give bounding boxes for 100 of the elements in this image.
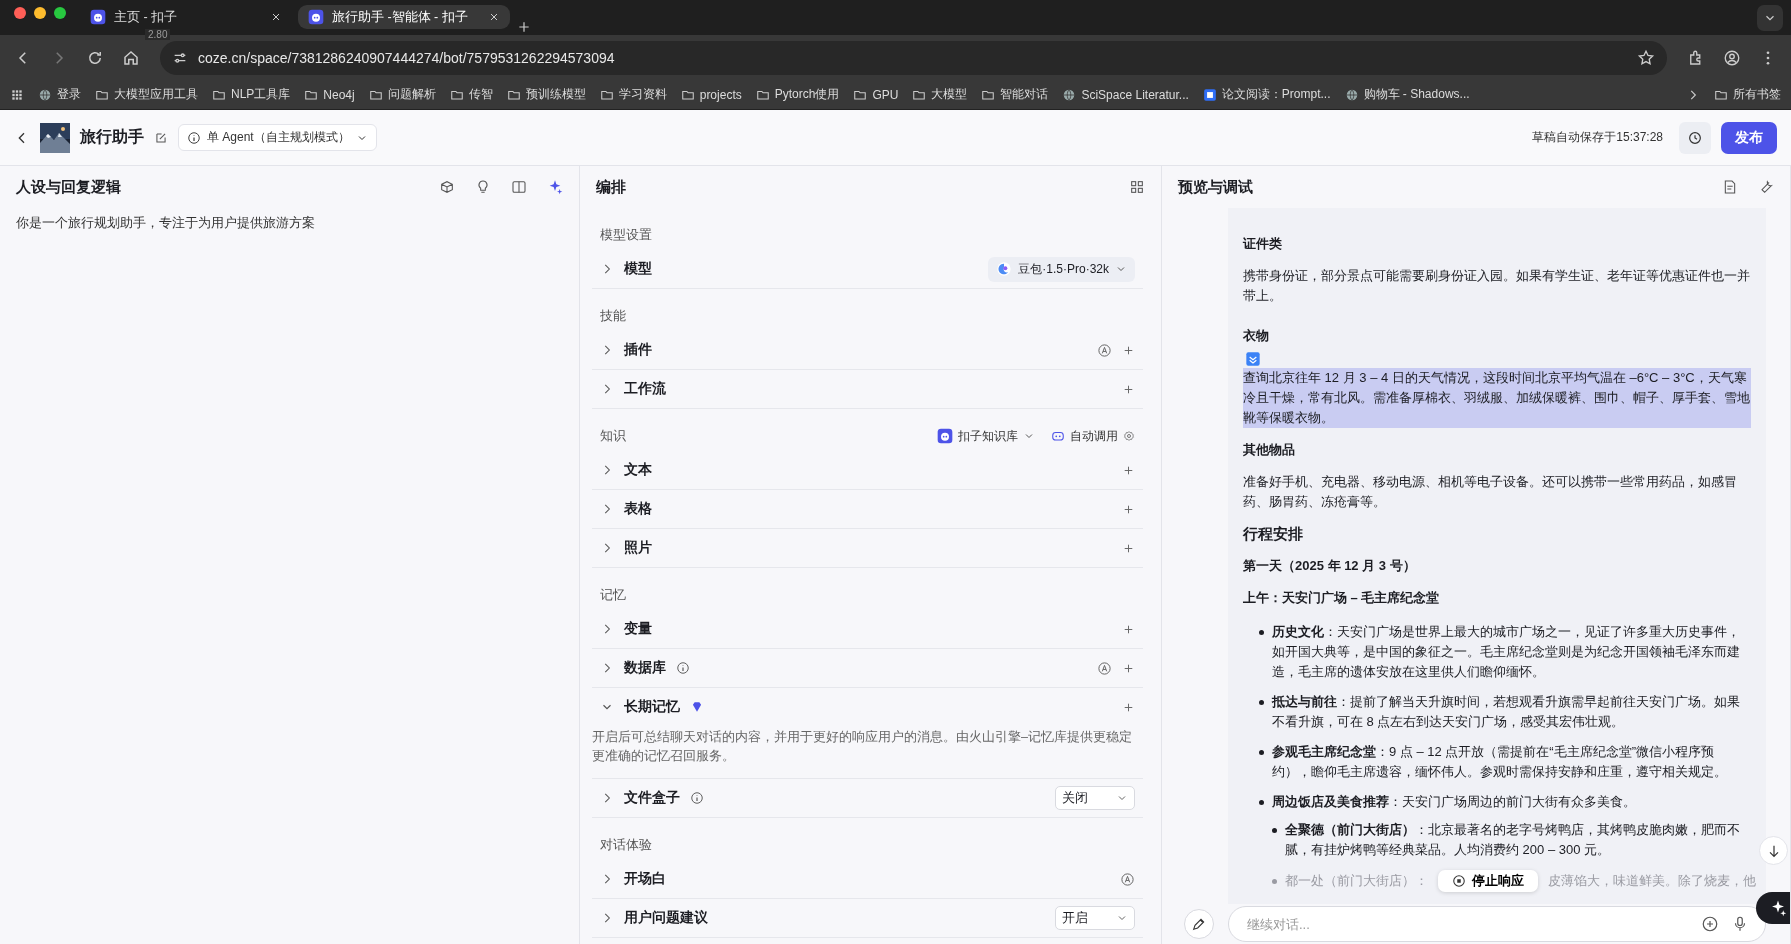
history-button[interactable] [1679, 121, 1711, 154]
bulb-icon[interactable] [475, 179, 491, 195]
bookmark-item[interactable]: projects [680, 87, 742, 102]
auto-icon[interactable] [1120, 871, 1135, 887]
mode-selector[interactable]: 单 Agent（自主规划模式） [178, 124, 377, 151]
close-icon[interactable] [270, 11, 282, 23]
bookmark-item[interactable]: 预训练模型 [506, 86, 586, 103]
setting-label[interactable]: 模型 [624, 260, 652, 278]
dropdown[interactable]: 关闭 [1055, 786, 1135, 810]
setting-label[interactable]: 表格 [624, 500, 652, 518]
model-selector[interactable]: 豆包·1.5·Pro·32k [988, 256, 1135, 282]
setting-label[interactable]: 文件盒子 [624, 789, 680, 807]
bookmark-item[interactable]: NLP工具库 [212, 86, 291, 103]
panel-title: 人设与回复逻辑 [16, 177, 121, 197]
bullet-dot [1259, 750, 1264, 755]
bookmark-item[interactable]: 问题解析 [368, 86, 436, 103]
close-icon[interactable] [488, 11, 500, 23]
section-title: 模型设置 [600, 226, 652, 244]
site-icon [1062, 87, 1077, 102]
bookmark-item[interactable]: SciSpace Literatur... [1062, 87, 1189, 102]
bookmark-item[interactable]: 论文阅读：Prompt... [1202, 86, 1331, 103]
info-icon[interactable] [676, 661, 690, 675]
message-paragraph: 携带身份证，部分景点可能需要刷身份证入园。如果有学生证、老年证等优惠证件也一并带上。 [1243, 267, 1751, 305]
setting-label[interactable]: 用户问题建议 [624, 909, 708, 927]
message-heading: 衣物 [1243, 327, 1269, 345]
list-item-text: 周边饭店及美食推荐：天安门广场周边的前门大街有众多美食。 [1272, 793, 1637, 811]
edit-icon[interactable] [154, 130, 168, 145]
auto-icon[interactable] [1097, 342, 1112, 358]
section-title: 技能 [600, 307, 626, 325]
dropdown[interactable]: 开启 [1055, 906, 1135, 930]
model-logo-icon [996, 261, 1013, 277]
bookmark-star-icon[interactable] [1637, 48, 1655, 67]
section-title: 对话体验 [600, 836, 652, 854]
profile-icon[interactable] [1723, 48, 1741, 67]
window-control[interactable] [34, 6, 46, 19]
assistant-button[interactable] [1756, 892, 1790, 924]
bookmark-item[interactable]: Neo4j [304, 87, 355, 102]
setting-label[interactable]: 照片 [624, 539, 652, 557]
bookmark-item[interactable]: GPU [853, 87, 899, 102]
bullet-dot [1259, 800, 1264, 805]
bookmark-item[interactable]: 大模型 [912, 86, 968, 103]
bookmark-item[interactable]: 大模型应用工具 [95, 86, 198, 103]
autosave-status: 草稿自动保存于15:37:28 [1532, 129, 1663, 146]
app-icon[interactable] [1245, 350, 1261, 368]
box-icon[interactable] [439, 179, 455, 195]
setting-label[interactable]: 工作流 [624, 380, 666, 398]
message-paragraph: 查询北京往年 12 月 3 – 4 日的天气情况，这段时间北京平均气温在 –6°C – 3°C，天气寒冷且干燥，常有北风。需准备厚棉衣、羽绒服、加绒保暖裤、围巾、帽子、厚手套、雪地靴等保暖衣物。 [1243, 368, 1751, 428]
section-title: 记忆 [600, 586, 626, 604]
browser-tab[interactable]: 主页 - 扣子 [80, 5, 292, 29]
split-view-icon[interactable] [511, 179, 527, 195]
message-heading: 其他物品 [1243, 441, 1296, 459]
setting-label[interactable]: 开场白 [624, 870, 666, 888]
site-icon [38, 87, 52, 102]
list-item-text: 参观毛主席纪念堂：9 点 – 12 点开放（需提前在“毛主席纪念堂”微信小程序预约），瞻仰毛主席遗容，缅怀伟人。参观时需保持安静和庄重，遵守相关规定。 [1272, 743, 1728, 781]
info-icon[interactable] [690, 791, 704, 805]
layout-icon[interactable] [1129, 179, 1145, 195]
settings-icon [1123, 430, 1135, 442]
bookmark-item[interactable]: Pytorch使用 [755, 86, 840, 103]
prompt-text[interactable]: 你是一个旅行规划助手，专注于为用户提供旅游方案 [0, 208, 579, 238]
add-icon[interactable] [1701, 915, 1719, 933]
bookmark-item[interactable]: 智能对话 [981, 86, 1049, 103]
site-icon [1344, 87, 1359, 102]
home-icon[interactable] [122, 48, 140, 67]
setting-label[interactable]: 插件 [624, 341, 652, 359]
brush-icon [1191, 916, 1207, 932]
list-item-text: 抵达与前往：提前了解当天升旗时间，若想观看升旗需早起前往天安门广场。如果不看升旗，可在 8 点左右到达天安门广场，感受其宏伟壮观。 [1272, 693, 1741, 731]
setting-label[interactable]: 长期记忆 [624, 698, 680, 716]
setting-label[interactable]: 文本 [624, 461, 652, 479]
setting-label[interactable]: 数据库 [624, 659, 666, 677]
bot-title: 旅行助手 [80, 127, 144, 147]
address-bar[interactable]: coze.cn/space/7381286240907444274/bot/7579531262294573094 [160, 40, 1667, 75]
clear-chat-button[interactable] [1184, 909, 1214, 939]
publish-button[interactable]: 发布 [1721, 121, 1777, 154]
site-icon [1202, 87, 1217, 102]
window-control[interactable] [14, 6, 26, 19]
bookmark-item[interactable]: 购物车 - Shadows... [1344, 86, 1470, 103]
list-item-text: 皮薄馅大，味道鲜美。除了烧麦，他 [1548, 872, 1756, 890]
auto-invoke-setting[interactable]: 自动调用 [1051, 427, 1135, 445]
document-icon[interactable] [1722, 179, 1738, 195]
scroll-down-button[interactable] [1759, 836, 1788, 865]
url-text: coze.cn/space/7381286240907444274/bot/7579531262294573094 [198, 49, 616, 66]
browser-tab[interactable]: 旅行助手 -智能体 - 扣子 [298, 5, 510, 29]
new-tab-icon[interactable] [516, 19, 532, 35]
stop-response-button[interactable]: 停止响应 [1438, 870, 1538, 892]
bookmark-item[interactable]: 传智 [449, 86, 493, 103]
chat-input-field[interactable]: 继续对话... [1228, 906, 1766, 942]
window-control[interactable] [54, 6, 66, 19]
knowledge-base-selector[interactable]: 扣子知识库 [937, 427, 1035, 445]
auto-icon[interactable] [1097, 660, 1112, 676]
app-logo-icon [308, 9, 324, 25]
setting-label[interactable]: 变量 [624, 620, 652, 638]
bookmark-item[interactable]: 所有书签 [1714, 86, 1781, 103]
apps-icon[interactable] [10, 87, 24, 102]
wrench-icon[interactable] [1758, 179, 1774, 195]
bookmark-item[interactable]: 登录 [38, 86, 81, 103]
sparkle-icon [1769, 899, 1787, 917]
message-heading: 证件类 [1243, 235, 1283, 253]
bookmark-item[interactable]: 学习资料 [599, 86, 667, 103]
sparkle-icon[interactable] [547, 179, 563, 195]
chat-input[interactable]: 继续对话... [1245, 915, 1689, 933]
